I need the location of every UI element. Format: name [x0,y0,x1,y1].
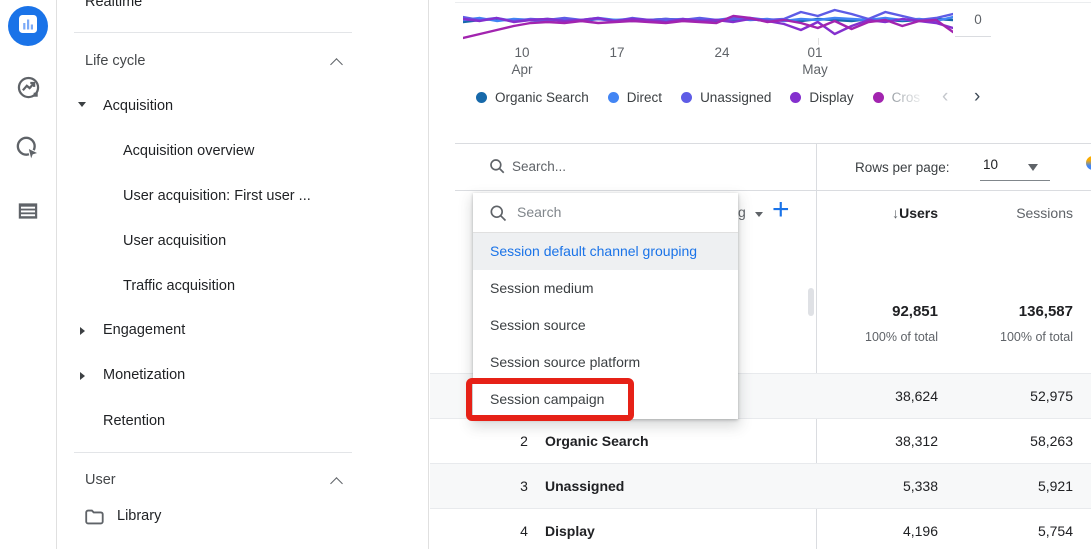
sessions-column-header[interactable]: Sessions [938,205,1073,221]
legend-prev-arrow[interactable]: ‹ [942,86,948,108]
dropdown-search-row: Search [473,193,738,233]
sidebar-item-monetization[interactable]: Monetization [103,367,185,383]
sidebar-item-acquisition-overview[interactable]: Acquisition overview [123,143,254,159]
dropdown-search-input[interactable]: Search [517,204,561,220]
expanded-triangle-icon[interactable] [78,102,86,107]
sidebar-item-library[interactable]: Library [117,508,161,524]
section-header-life-cycle[interactable]: Life cycle [85,53,145,69]
sidebar-item-retention[interactable]: Retention [103,413,165,429]
legend-fade-overlay [892,85,942,111]
report-nav-sidebar: Realtime Life cycle Acquisition Acquisit… [58,0,429,549]
legend-dot-icon [608,92,619,103]
legend-item-direct: Direct [608,90,662,105]
advertising-nav-button[interactable] [8,70,48,110]
sidebar-item-acquisition[interactable]: Acquisition [103,98,173,114]
x-axis-label: 17 [595,44,639,61]
red-annotation-box [466,378,634,421]
legend-dot-icon [873,92,884,103]
legend-dot-icon [681,92,692,103]
nav-rail [0,0,57,549]
legend-item-unassigned: Unassigned [681,90,771,105]
select-underline [980,180,1050,181]
divider [74,32,352,33]
users-total: 92,851 [816,303,938,320]
legend-item-display: Display [790,90,853,105]
folder-icon [83,506,105,532]
bar-chart-icon [16,12,40,41]
advertising-icon [15,74,42,106]
explore-icon [14,134,42,167]
sessions-total-note: 100% of total [938,330,1073,344]
legend-dot-icon [476,92,487,103]
table-row: 3 Unassigned 5,338 5,921 [430,463,1091,508]
explore-nav-button[interactable] [8,130,48,170]
dropdown-item-session-default-channel-grouping[interactable]: Session default channel grouping [473,233,738,270]
sidebar-item-user-acquisition[interactable]: User acquisition [123,233,226,249]
legend-next-arrow[interactable]: › [974,86,980,108]
chevron-down-icon[interactable] [1028,164,1038,171]
collapse-chevron-icon[interactable] [330,58,343,71]
users-column-header[interactable]: ↓Users [816,205,938,221]
table-row: 2 Organic Search 38,312 58,263 [430,418,1091,463]
add-column-button[interactable]: + [772,193,790,227]
collapse-chevron-icon[interactable] [330,477,343,490]
dropdown-item-session-source-platform[interactable]: Session source platform [473,344,738,381]
sidebar-item-traffic-acquisition[interactable]: Traffic acquisition [123,278,235,294]
sidebar-item-engagement[interactable]: Engagement [103,322,185,338]
collapsed-triangle-icon[interactable] [80,372,85,380]
column-resize-handle[interactable] [808,288,814,316]
x-axis-label: 01May [793,44,837,78]
rows-per-page-select[interactable]: 10 [983,157,998,172]
search-icon [488,157,506,180]
dimension-column-header-clipped[interactable]: g [738,204,746,220]
divider [74,452,352,453]
table-list-icon [15,198,41,229]
dropdown-item-session-medium[interactable]: Session medium [473,270,738,307]
library-pinned-bar: Library [58,490,428,549]
clipped-edge-glyph [1086,156,1091,172]
legend-item-organic-search: Organic Search [476,90,589,105]
table-row: 4 Display 4,196 5,754 [430,508,1091,553]
sessions-line-chart [463,4,953,44]
y-axis-zero-label: 0 [966,11,990,28]
sidebar-item-realtime[interactable]: Realtime [85,0,142,10]
collapsed-triangle-icon[interactable] [80,327,85,335]
rows-per-page-label: Rows per page: [855,160,950,175]
y-axis-baseline [955,36,991,37]
divider [455,143,1091,144]
configure-nav-button[interactable] [8,193,48,233]
sessions-total: 136,587 [938,303,1073,320]
chart-legend: Organic Search Direct Unassigned Display… [476,90,920,105]
divider [455,190,1091,191]
table-search-input[interactable]: Search... [512,159,566,174]
dropdown-item-session-source[interactable]: Session source [473,307,738,344]
sidebar-item-user-acquisition-first-user[interactable]: User acquisition: First user ... [123,188,311,204]
x-axis-label: 24 [700,44,744,61]
users-total-note: 100% of total [816,330,938,344]
chevron-down-icon[interactable] [755,212,763,217]
reports-nav-button[interactable] [8,6,48,46]
section-header-user[interactable]: User [85,472,116,488]
divider [455,2,1091,3]
search-icon [488,203,508,228]
legend-dot-icon [790,92,801,103]
x-axis-label: 10Apr [500,44,544,78]
